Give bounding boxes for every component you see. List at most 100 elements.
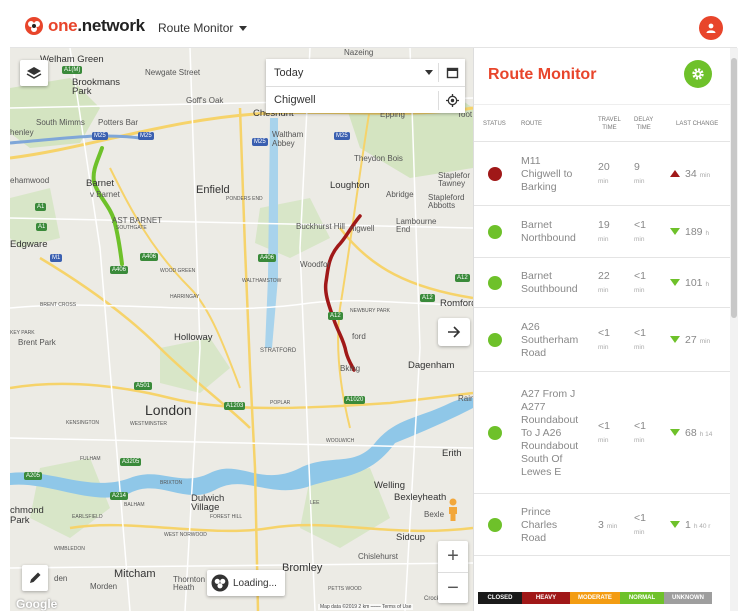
expand-panel-button[interactable] [438, 318, 470, 346]
map-label-den: den [54, 574, 68, 583]
map-label-southgate: SOUTHGATE [116, 225, 147, 231]
draw-route-button[interactable] [22, 565, 48, 591]
pencil-icon [30, 572, 41, 583]
map-label-harringay: HARRINGAY [170, 294, 200, 300]
route-row[interactable]: Barnet Southbound 22 min <1 min 101 h [474, 258, 730, 308]
last-change: 27 min [670, 334, 710, 346]
map-label-key-park: KEY PARK [10, 330, 35, 336]
app-menu-dropdown[interactable]: Route Monitor [158, 21, 248, 35]
route-name: M11 Chigwell to Barking [521, 154, 573, 193]
route-name: Barnet Northbound [521, 219, 576, 244]
trend-down-icon [670, 336, 680, 343]
column-header-last-change[interactable]: LAST CHANGE [676, 120, 718, 128]
route-monitor-panel: Route Monitor STATUS ROUTE TRAVEL TIME D… [473, 48, 738, 611]
map-label-chislehurst: Chislehurst [358, 552, 399, 561]
column-header-travel-time[interactable]: TRAVEL TIME [598, 116, 621, 132]
route-row[interactable]: A26 Southerham Road <1 min <1 min 27 min [474, 308, 730, 372]
road-shield: A12 [328, 312, 343, 320]
loading-label: Loading... [233, 577, 277, 589]
map-label-fulham: FULHAM [80, 456, 101, 462]
scrollbar-thumb[interactable] [731, 58, 737, 318]
route-row[interactable]: Barnet Northbound 19 min <1 min 189 h [474, 206, 730, 258]
route-row[interactable]: B2192 [474, 556, 730, 573]
route-row[interactable]: A27 From J A277 Roundabout To J A26 Roun… [474, 372, 730, 494]
legend-item-unknown: UNKNOWN [664, 592, 712, 604]
status-dot [488, 518, 502, 532]
column-header-delay-time[interactable]: DELAY TIME [634, 116, 653, 132]
map-label-abridge: Abridge [386, 190, 414, 199]
map-base-layer [10, 48, 473, 611]
road-shield: A406 [258, 254, 277, 262]
travel-time-unit: min [598, 236, 609, 243]
map-label-bexley: Bexle [424, 510, 445, 519]
last-change: 34 min [670, 168, 710, 180]
delay-time-value: <1 [634, 219, 646, 231]
travel-time: <1 min [598, 327, 628, 354]
map-label-nazeing: Nazeing [344, 48, 374, 57]
location-field-value: Chigwell [274, 94, 316, 106]
pegman-icon[interactable] [445, 498, 461, 522]
map-label-new-barnet: v Barnet [90, 190, 120, 199]
last-change-value: 1 [685, 519, 691, 531]
map-label-edgware: Edgware [10, 239, 48, 250]
map-label-wood-green: WOOD GREEN [160, 268, 196, 274]
legend-item-heavy: HEAVY [522, 592, 570, 604]
zoom-control: + − [438, 541, 468, 603]
map-label-lambourne-end: Lambourne End [396, 217, 437, 234]
divider [438, 63, 439, 82]
zoom-out-button[interactable]: − [438, 572, 468, 603]
map-label-potters-bar: Potters Bar [98, 118, 139, 127]
column-header-status[interactable]: STATUS [483, 120, 506, 128]
settings-button[interactable] [684, 60, 712, 88]
travel-time-value: 19 [598, 219, 610, 231]
date-select[interactable]: Today [266, 59, 465, 86]
logo-mark-icon [25, 17, 43, 35]
map-label-romford: Romford [440, 298, 473, 309]
location-field[interactable]: Chigwell [266, 86, 465, 113]
status-dot [488, 225, 502, 239]
map-label-buckhurst-hill: Buckhurst Hill [296, 222, 345, 231]
loading-indicator: Loading... [207, 570, 285, 596]
last-change: 68 h 14 [670, 427, 712, 439]
road-shield: A406 [140, 253, 159, 261]
map-label-south-mimms: South Mimms [36, 118, 85, 127]
map-label-walthamstow: WALTHAMSTOW [242, 278, 282, 284]
map-filter-box: Today Chigwell [266, 59, 465, 113]
logo-mark-icon [211, 574, 229, 592]
route-row[interactable]: Prince Charles Road 3 min <1 min 1 h 40 r [474, 494, 730, 556]
route-name: A27 From J A277 Roundabout To J A26 Roun… [521, 387, 579, 478]
map-attribution[interactable]: Map data ©2019 2 km ⎯⎯⎯⎯ Terms of Use [318, 604, 414, 610]
map-label-welling: Welling [374, 480, 405, 491]
column-header-route[interactable]: ROUTE [521, 120, 542, 128]
divider [438, 91, 439, 110]
travel-time-unit: min [598, 287, 609, 294]
zoom-in-button[interactable]: + [438, 541, 468, 572]
map-label-newbury-park: NEWBURY PARK [350, 308, 391, 314]
user-menu-button[interactable] [699, 16, 723, 40]
last-change-value: 27 [685, 334, 697, 346]
layers-button[interactable] [20, 60, 48, 86]
map-label-stapleford-abbotts: Stapleford Abbotts [428, 193, 465, 210]
travel-time: 3 min [598, 519, 628, 533]
crosshair-icon[interactable] [446, 94, 459, 107]
map-label-sidcup: Sidcup [396, 532, 426, 543]
delay-time: <1 min [634, 327, 664, 354]
last-change: 189 h [670, 226, 709, 238]
travel-time: 20 min [598, 161, 628, 188]
route-row[interactable]: M11 Chigwell to Barking 20 min 9 min 34 min [474, 142, 730, 206]
travel-time-unit: min [598, 437, 609, 444]
travel-time-value: 20 [598, 161, 610, 173]
map-label-theydon-bois: Theydon Bois [354, 154, 403, 163]
calendar-icon[interactable] [446, 66, 459, 79]
logo[interactable]: one.network [24, 16, 145, 36]
map-label-barking: Bking [340, 364, 361, 373]
google-logo[interactable]: Google [16, 597, 57, 611]
travel-time: <1 min [598, 420, 628, 447]
road-shield: A1(M) [62, 66, 83, 74]
last-change: 1h 40 r [670, 519, 710, 531]
panel-scrollbar[interactable] [730, 48, 738, 611]
map-label-morden: Morden [90, 582, 118, 591]
map-view[interactable]: Welham Green Brookmans Park Newgate Stre… [10, 48, 473, 611]
map-label-holloway: Holloway [174, 332, 213, 343]
road-shield: M1 [50, 254, 63, 262]
